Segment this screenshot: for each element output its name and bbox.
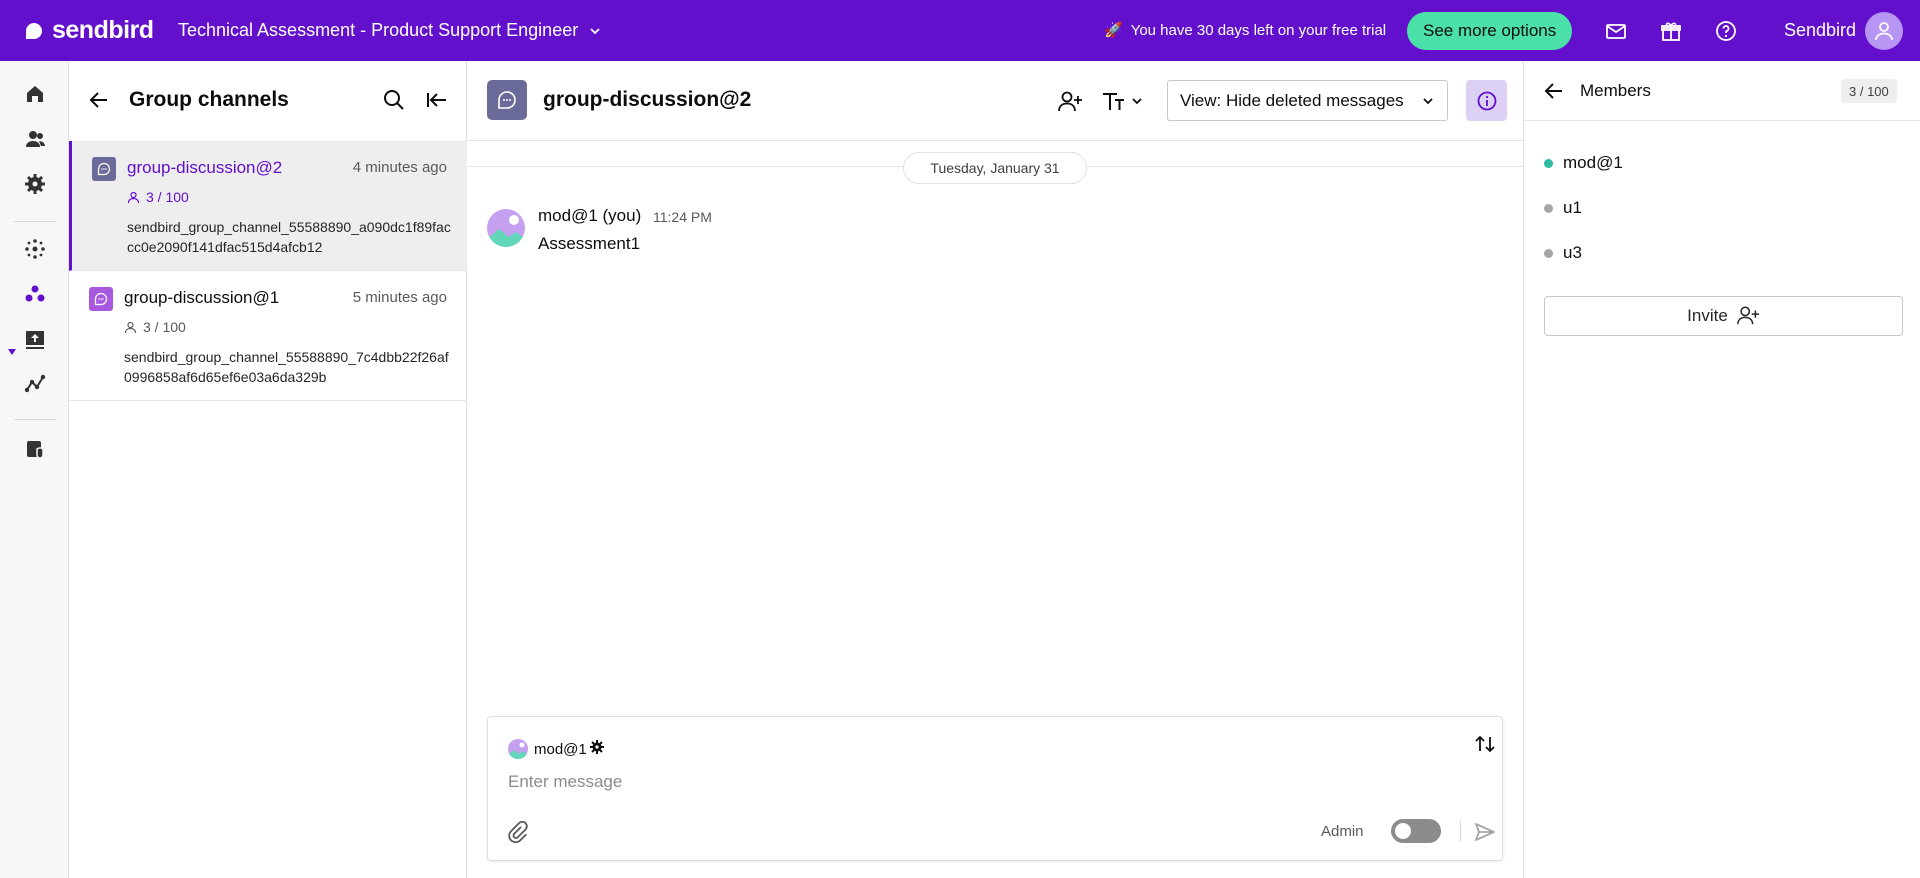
channel-item[interactable]: group-discussion@1 5 minutes ago 3 / 100…	[69, 271, 467, 401]
back-arrow-icon[interactable]	[1542, 79, 1566, 103]
channel-time: 4 minutes ago	[352, 159, 447, 176]
member-icon	[127, 191, 140, 203]
rail-divider	[14, 221, 56, 222]
view-filter-text: View: Hide deleted messages	[1180, 90, 1404, 110]
members-panel: Members 3 / 100 mod@1 u1 u3 Invite	[1523, 61, 1920, 878]
member-item[interactable]: mod@1	[1544, 153, 1623, 173]
user-name[interactable]: Sendbird	[1784, 20, 1856, 41]
composer-divider	[1460, 820, 1461, 842]
channel-chat-icon	[89, 287, 113, 311]
add-member-icon	[1736, 306, 1759, 325]
composer-avatar	[508, 739, 528, 759]
message-composer: mod@1 Admin	[487, 716, 1503, 861]
member-name: u1	[1563, 198, 1582, 217]
logo-mark-icon	[26, 22, 42, 39]
user-icon	[1875, 22, 1893, 41]
rocket-icon: 🚀	[1104, 22, 1123, 39]
logo-text: sendbird	[52, 16, 154, 44]
analytics-icon[interactable]	[22, 371, 48, 397]
toggle-knob	[1395, 823, 1411, 839]
channel-name: group-discussion@1	[124, 288, 280, 307]
members-header: Members 3 / 100	[1524, 61, 1920, 121]
network-icon[interactable]	[22, 236, 48, 262]
back-arrow-icon[interactable]	[87, 88, 111, 112]
member-count-text: 3 / 100	[143, 319, 186, 335]
send-icon[interactable]	[1473, 820, 1497, 844]
chat-header: group-discussion@2 View: Hide deleted me…	[467, 61, 1523, 141]
home-icon[interactable]	[22, 81, 48, 107]
message-time: 11:24 PM	[653, 209, 712, 225]
operator-gear-icon	[590, 740, 604, 754]
composer-sender: mod@1	[534, 741, 587, 758]
invite-label: Invite	[1687, 306, 1728, 325]
settings-icon[interactable]	[22, 171, 48, 197]
mail-icon[interactable]	[1603, 18, 1629, 44]
channel-info-button[interactable]	[1466, 80, 1507, 121]
add-member-icon[interactable]	[1056, 88, 1084, 116]
user-avatar[interactable]	[1865, 12, 1903, 50]
trial-notice: 🚀 You have 30 days left on your free tri…	[1104, 21, 1387, 40]
admin-toggle-label: Admin	[1321, 823, 1364, 840]
help-icon[interactable]	[1713, 18, 1739, 44]
message-text: Assessment1	[538, 234, 641, 253]
members-title: Members	[1580, 81, 1651, 100]
sendbird-logo[interactable]: sendbird	[22, 16, 154, 45]
chevron-down-icon	[1423, 97, 1433, 104]
channel-chat-icon	[92, 157, 116, 181]
channel-item[interactable]: group-discussion@2 4 minutes ago 3 / 100…	[69, 141, 467, 271]
org-name: Technical Assessment - Product Support E…	[178, 20, 579, 40]
chat-title: group-discussion@2	[543, 88, 752, 111]
upload-icon[interactable]	[22, 326, 48, 352]
channel-member-count: 3 / 100	[124, 319, 186, 335]
members-count-badge: 3 / 100	[1841, 79, 1897, 103]
member-name: mod@1	[1563, 153, 1623, 172]
message-sender: mod@1 (you)	[538, 206, 642, 225]
online-status-icon	[1544, 158, 1553, 168]
see-more-options-button[interactable]: See more options	[1407, 12, 1573, 50]
offline-status-icon	[1544, 248, 1553, 258]
member-item[interactable]: u3	[1544, 243, 1582, 263]
trial-text: You have 30 days left on your free trial	[1130, 21, 1387, 39]
chat-group-icon[interactable]	[22, 281, 48, 307]
chat-panel: group-discussion@2 View: Hide deleted me…	[467, 61, 1523, 878]
channel-chat-icon	[487, 80, 527, 120]
message-input[interactable]	[508, 772, 1408, 792]
collapse-panel-icon[interactable]	[425, 88, 449, 112]
member-icon	[124, 321, 137, 333]
member-count-text: 3 / 100	[146, 189, 189, 205]
date-separator: Tuesday, January 31	[903, 152, 1087, 184]
text-size-icon[interactable]	[1101, 88, 1147, 116]
info-icon	[1477, 91, 1496, 110]
channel-member-count: 3 / 100	[127, 189, 189, 205]
org-selector[interactable]: Technical Assessment - Product Support E…	[178, 20, 602, 41]
member-name: u3	[1563, 243, 1582, 262]
message-avatar[interactable]	[487, 209, 525, 247]
channel-list-panel: Group channels group-discussion@2 4 minu…	[69, 61, 467, 878]
chevron-down-icon	[590, 27, 600, 34]
swap-icon[interactable]	[1474, 733, 1496, 755]
channel-name: group-discussion@2	[127, 158, 283, 177]
rail-divider	[14, 419, 56, 420]
top-bar: sendbird Technical Assessment - Product …	[0, 0, 1920, 61]
offline-status-icon	[1544, 203, 1553, 213]
gift-icon[interactable]	[1658, 18, 1684, 44]
channel-list-title: Group channels	[129, 88, 289, 111]
active-caret-icon	[8, 349, 16, 355]
users-icon[interactable]	[22, 126, 48, 152]
attachment-icon[interactable]	[506, 820, 530, 844]
channel-list-header: Group channels	[69, 61, 467, 139]
member-item[interactable]: u1	[1544, 198, 1582, 218]
search-icon[interactable]	[382, 88, 406, 112]
channel-url: sendbird_group_channel_55588890_7c4dbb22…	[124, 349, 449, 385]
admin-toggle[interactable]	[1391, 819, 1441, 843]
channel-url: sendbird_group_channel_55588890_a090dc1f…	[127, 219, 451, 255]
channel-time: 5 minutes ago	[352, 289, 447, 306]
view-filter-select[interactable]: View: Hide deleted messages	[1167, 80, 1448, 121]
invite-button[interactable]: Invite	[1544, 296, 1903, 336]
left-rail	[0, 61, 69, 878]
docs-icon[interactable]	[22, 436, 48, 462]
